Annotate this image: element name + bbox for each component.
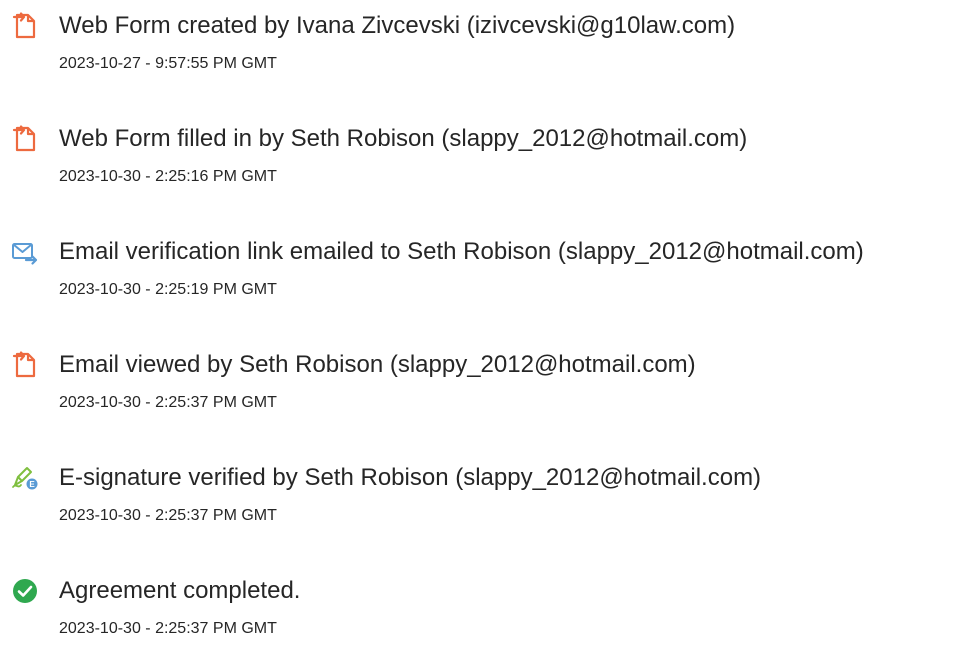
event-timestamp: 2023-10-30 - 2:25:16 PM GMT (59, 168, 277, 185)
document-icon (11, 125, 39, 153)
event-title: Email viewed by Seth Robison (slappy_201… (59, 351, 696, 378)
audit-event-signature-verified: E E-signature verified by Seth Robison (… (0, 462, 953, 542)
svg-text:E: E (29, 480, 35, 489)
checkmark-circle-icon (11, 577, 39, 605)
event-title: Agreement completed. (59, 577, 301, 604)
audit-event-agreement-completed: Agreement completed. 2023-10-30 - 2:25:3… (0, 575, 953, 655)
document-icon (11, 12, 39, 40)
email-sent-icon (11, 238, 39, 266)
audit-event-form-created: Web Form created by Ivana Zivcevski (izi… (0, 10, 953, 90)
audit-event-verification-emailed: Email verification link emailed to Seth … (0, 236, 953, 316)
event-title: Web Form created by Ivana Zivcevski (izi… (59, 12, 736, 39)
event-timestamp: 2023-10-30 - 2:25:37 PM GMT (59, 507, 277, 524)
signature-verified-icon: E (11, 464, 39, 492)
event-timestamp: 2023-10-30 - 2:25:19 PM GMT (59, 281, 277, 298)
event-timestamp: 2023-10-30 - 2:25:37 PM GMT (59, 620, 277, 637)
document-icon (11, 351, 39, 379)
event-title: Web Form filled in by Seth Robison (slap… (59, 125, 748, 152)
audit-event-email-viewed: Email viewed by Seth Robison (slappy_201… (0, 349, 953, 429)
event-title: E-signature verified by Seth Robison (sl… (59, 464, 762, 491)
event-title: Email verification link emailed to Seth … (59, 238, 864, 265)
event-timestamp: 2023-10-30 - 2:25:37 PM GMT (59, 394, 277, 411)
audit-event-form-filled: Web Form filled in by Seth Robison (slap… (0, 123, 953, 203)
event-timestamp: 2023-10-27 - 9:57:55 PM GMT (59, 55, 277, 72)
